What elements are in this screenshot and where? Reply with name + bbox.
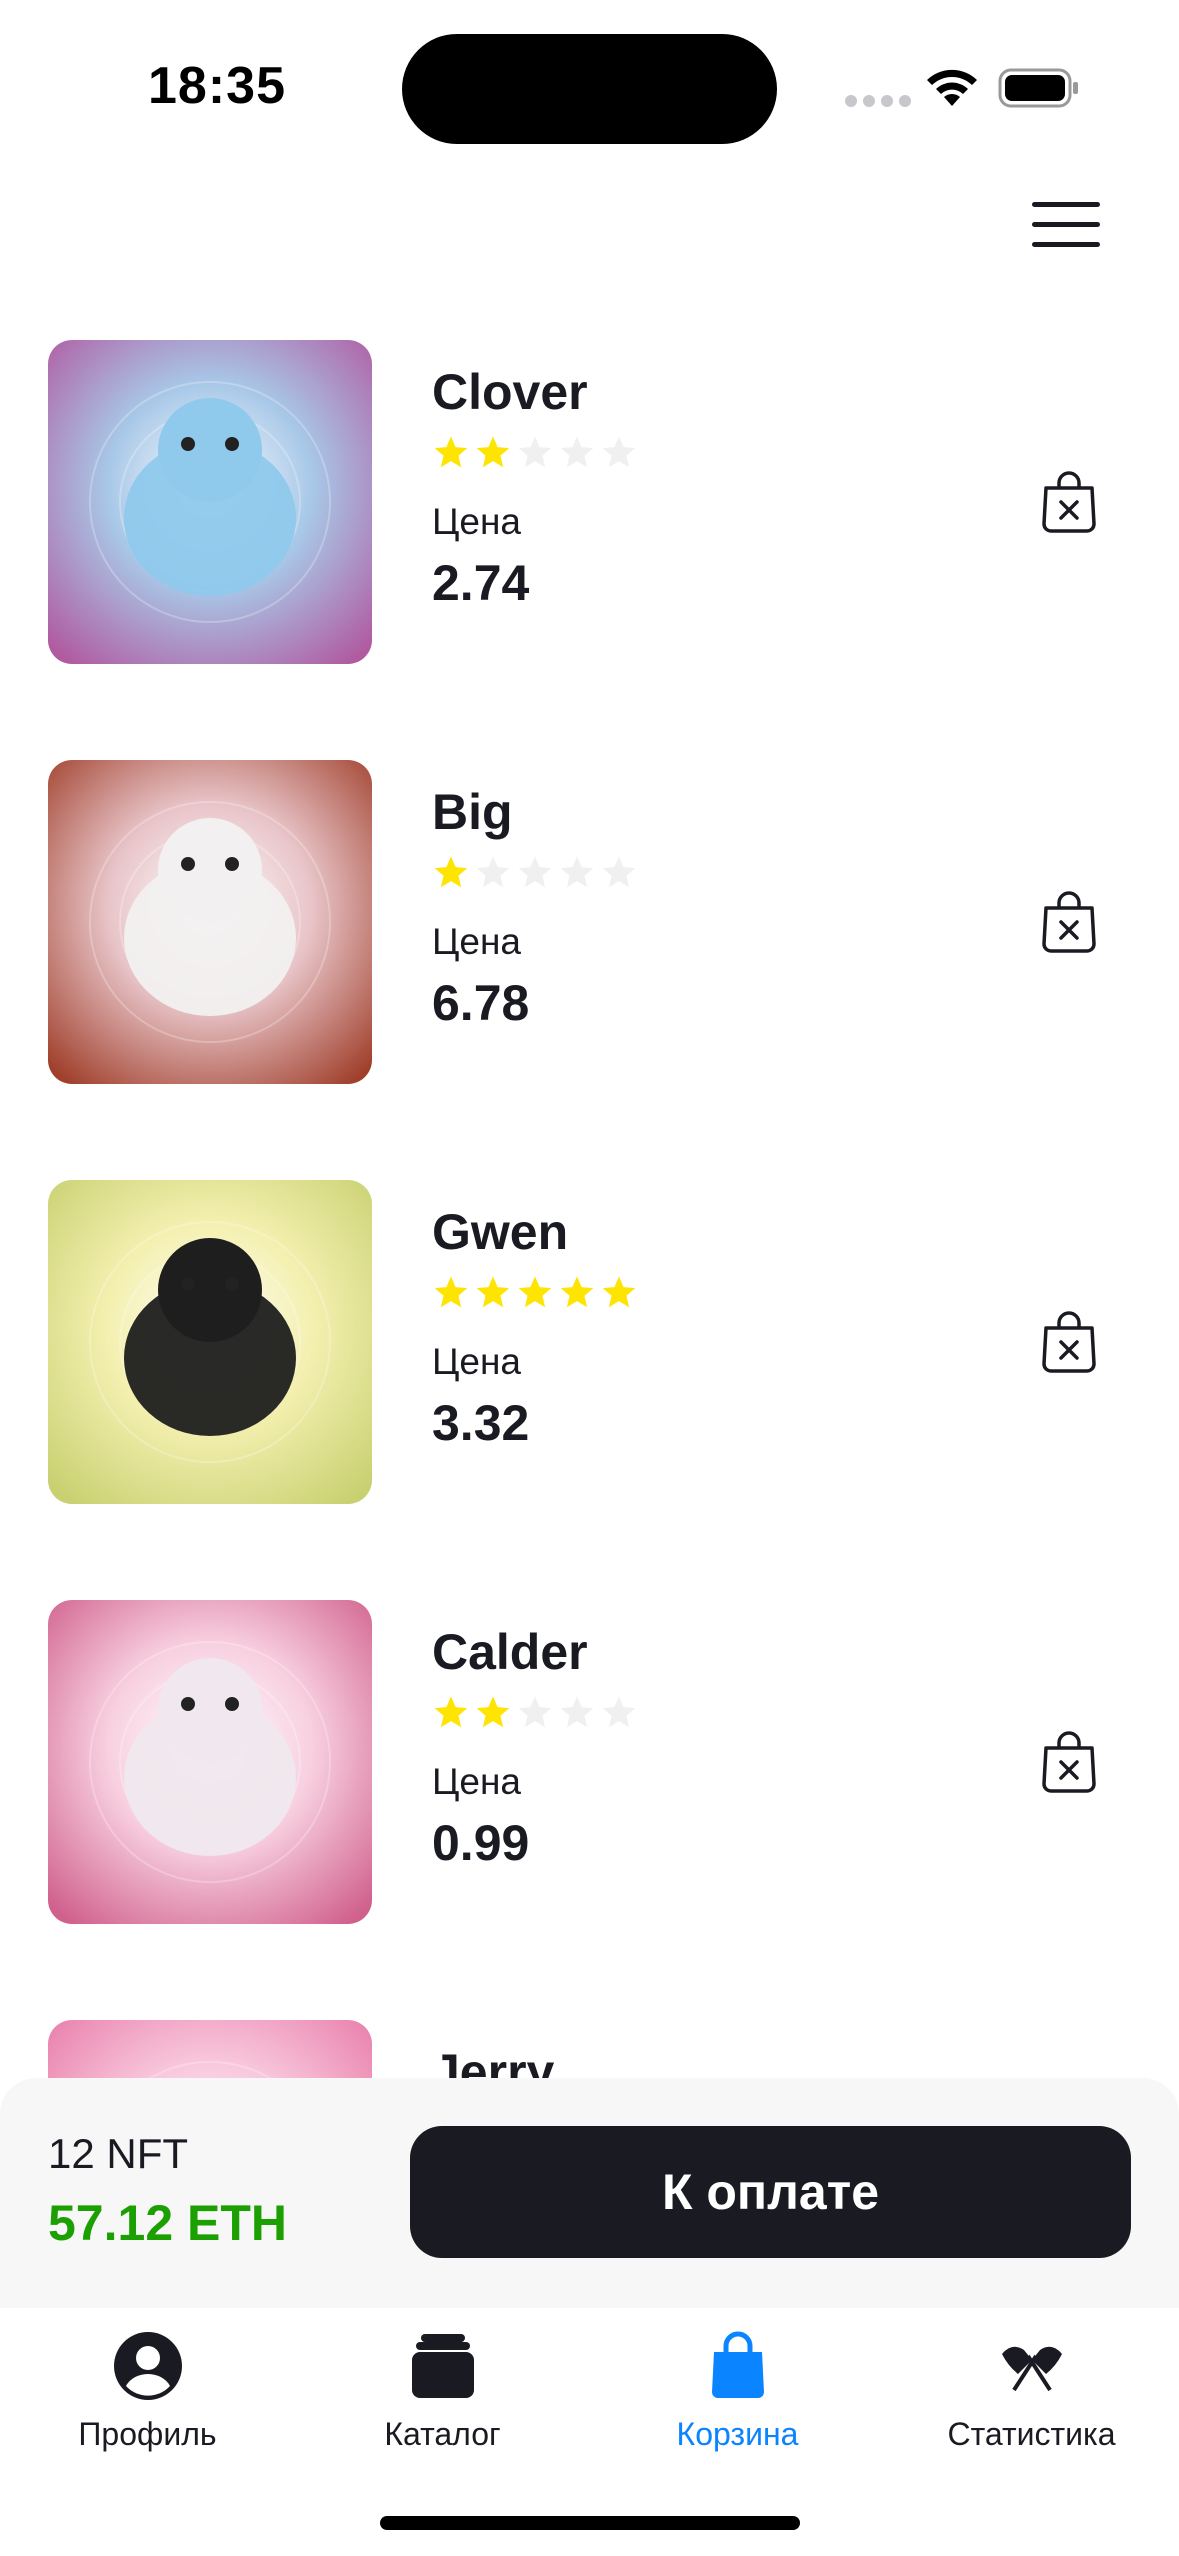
nft-image xyxy=(48,340,372,664)
rating xyxy=(432,1274,952,1318)
nft-name: Jerry xyxy=(432,2044,555,2080)
star-icon xyxy=(476,856,510,888)
price-value: 3.32 xyxy=(432,1395,530,1451)
star-icon xyxy=(518,856,552,888)
star-icon xyxy=(560,1696,594,1728)
star-icon xyxy=(476,1696,510,1728)
catalog-icon xyxy=(411,2334,474,2398)
statistics-icon xyxy=(1001,2346,1062,2392)
price-label: Цена xyxy=(432,1761,521,1802)
star-icon xyxy=(476,436,510,468)
dynamic-island xyxy=(402,34,777,144)
star-icon xyxy=(560,856,594,888)
star-icon xyxy=(434,856,468,888)
cart-list[interactable]: Clover Цена 2.74 Big Цена 6.78 Gwen Цена 3.32 Cal… xyxy=(0,340,1179,2080)
checkout-panel: 12 NFT 57.12 ETH К оплате xyxy=(0,2078,1179,2308)
cart-item[interactable]: Gwen Цена 3.32 xyxy=(0,1180,1179,1504)
nft-name: Calder xyxy=(432,1624,588,1680)
tab-label: Статистика xyxy=(947,2416,1116,2452)
nft-image xyxy=(48,1600,372,1924)
tab-label: Корзина xyxy=(676,2416,799,2452)
nft-count: 12 NFT xyxy=(48,2130,189,2177)
star-icon xyxy=(602,1276,636,1308)
cart-item[interactable]: Big Цена 6.78 xyxy=(0,760,1179,1084)
tab-statistics[interactable]: Статистика xyxy=(884,2330,1179,2480)
tab-label: Профиль xyxy=(78,2416,217,2452)
star-icon xyxy=(476,1276,510,1308)
tab-catalog[interactable]: Каталог xyxy=(295,2330,590,2480)
pay-button[interactable]: К оплате xyxy=(410,2126,1131,2258)
rating xyxy=(432,854,952,898)
nft-name: Big xyxy=(432,784,513,840)
sort-menu-button[interactable] xyxy=(1030,198,1104,252)
price-value: 6.78 xyxy=(432,975,530,1031)
nft-image xyxy=(48,2020,372,2080)
remove-from-cart-button[interactable] xyxy=(1040,890,1098,954)
star-icon xyxy=(434,436,468,468)
cellular-signal-icon xyxy=(845,95,911,107)
star-icon xyxy=(434,1696,468,1728)
battery-icon xyxy=(998,68,1078,108)
star-icon xyxy=(602,436,636,468)
star-icon xyxy=(518,436,552,468)
remove-from-cart-button[interactable] xyxy=(1040,1310,1098,1374)
price-label: Цена xyxy=(432,921,521,962)
star-icon xyxy=(560,436,594,468)
remove-from-cart-button[interactable] xyxy=(1040,470,1098,534)
cart-item[interactable]: Calder Цена 0.99 xyxy=(0,1600,1179,1924)
price-label: Цена xyxy=(432,1341,521,1382)
remove-from-cart-button[interactable] xyxy=(1040,1730,1098,1794)
nft-image xyxy=(48,1180,372,1504)
price-value: 2.74 xyxy=(432,555,530,611)
nft-name: Gwen xyxy=(432,1204,569,1260)
price-label: Цена xyxy=(432,501,521,542)
total-price: 57.12 ETH xyxy=(48,2195,288,2251)
rating xyxy=(432,434,952,478)
nft-info: JerryЦена xyxy=(432,2042,952,2080)
nft-info: Big Цена 6.78 xyxy=(432,782,952,1032)
tab-cart[interactable]: Корзина xyxy=(590,2330,885,2480)
profile-icon xyxy=(113,2332,182,2400)
nft-info: Gwen Цена 3.32 xyxy=(432,1202,952,1452)
star-icon xyxy=(518,1696,552,1728)
cart-icon xyxy=(711,2331,764,2398)
wifi-icon xyxy=(927,69,977,106)
tab-profile[interactable]: Профиль xyxy=(0,2330,295,2480)
nft-info: Calder Цена 0.99 xyxy=(432,1622,952,1872)
nft-name: Clover xyxy=(432,364,588,420)
home-indicator xyxy=(380,2516,800,2530)
star-icon xyxy=(434,1276,468,1308)
price-value: 0.99 xyxy=(432,1815,530,1871)
star-icon xyxy=(602,856,636,888)
tab-label: Каталог xyxy=(384,2416,501,2452)
cart-item[interactable]: JerryЦена xyxy=(0,2020,1179,2080)
status-time: 18:35 xyxy=(148,57,286,115)
star-icon xyxy=(560,1276,594,1308)
star-icon xyxy=(518,1276,552,1308)
status-bar: 18:35 xyxy=(0,0,1179,170)
nft-image xyxy=(48,760,372,1084)
cart-item[interactable]: Clover Цена 2.74 xyxy=(0,340,1179,664)
star-icon xyxy=(602,1696,636,1728)
rating xyxy=(432,1694,952,1738)
nft-info: Clover Цена 2.74 xyxy=(432,362,952,612)
